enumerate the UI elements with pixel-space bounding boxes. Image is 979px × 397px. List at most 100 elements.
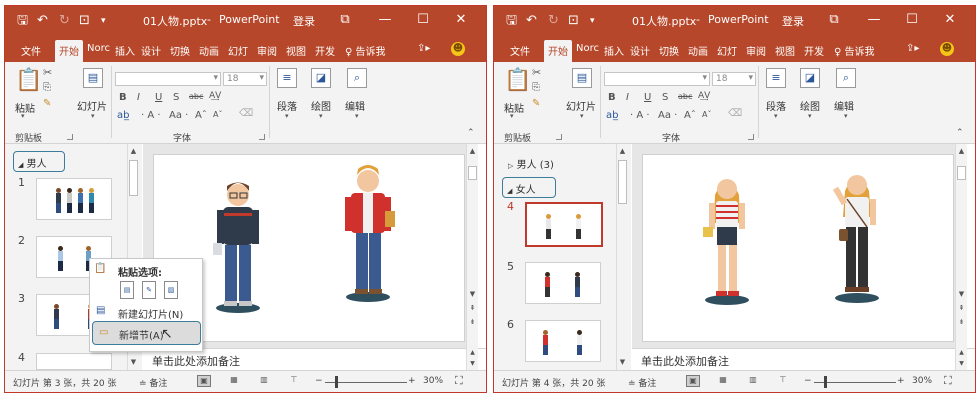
close-button[interactable]: ✕ [940, 12, 960, 27]
find-icon[interactable]: ⌕ [836, 68, 856, 88]
ribbon-display-options-icon[interactable]: ⧉ [335, 12, 355, 27]
paragraph-icon[interactable]: ≡ [277, 68, 297, 88]
reading-view-icon[interactable]: ▥ [746, 375, 760, 387]
editing-label[interactable]: 编辑 [834, 98, 854, 113]
smiley-feedback-icon[interactable]: ☻ [940, 42, 954, 56]
zoom-out-icon[interactable]: − [315, 376, 323, 386]
shadow-icon[interactable]: S [662, 92, 668, 103]
section-header-men[interactable]: ▷ 男人 (3) [508, 156, 554, 171]
paste-picture-icon[interactable]: ▨ [164, 281, 178, 299]
paragraph-label[interactable]: 段落 [766, 98, 786, 113]
editing-label[interactable]: 编辑 [345, 98, 365, 113]
next-slide-icon[interactable]: ⇟ [957, 318, 966, 326]
font-name-dropdown-icon[interactable]: ▾ [213, 73, 218, 83]
text-highlight-icon[interactable]: ab̲ [117, 110, 129, 121]
scroll-down-arrow-icon[interactable]: ▼ [618, 358, 627, 366]
undo-icon[interactable]: ↶ [526, 13, 537, 29]
italic-icon[interactable]: I [137, 92, 140, 103]
normal-view-icon[interactable]: ▣ [686, 375, 700, 387]
editing-dropdown-icon[interactable]: ▾ [844, 112, 848, 120]
scroll-up-arrow-icon[interactable]: ▲ [468, 147, 477, 155]
section-expand-icon[interactable]: ▷ [508, 162, 513, 170]
font-color-icon[interactable]: · A · [630, 110, 650, 121]
section-header-men[interactable]: ◢ 男人 [13, 151, 65, 172]
tab-transitions[interactable]: 切换 [170, 43, 190, 58]
slide-thumbnail[interactable] [36, 353, 112, 370]
slide-thumbnail-pane[interactable]: ▷ 男人 (3) ◢ 女人 4 5 6 [494, 144, 631, 370]
reading-view-icon[interactable]: ▥ [257, 375, 271, 387]
maximize-button[interactable]: ☐ [902, 12, 922, 27]
smiley-feedback-icon[interactable]: ☻ [451, 42, 465, 56]
slide-scrollbar[interactable]: ▲ ▼ ⇞ ⇟ [955, 144, 967, 348]
paste-icon[interactable]: 📋 [504, 68, 531, 93]
paste-label[interactable]: 粘贴 [15, 100, 35, 115]
shadow-icon[interactable]: S [173, 92, 179, 103]
clear-formatting-icon[interactable]: ⌫ [239, 108, 253, 119]
scroll-thumb[interactable] [468, 166, 477, 180]
section-collapse-icon[interactable]: ◢ [507, 187, 512, 195]
scroll-down-arrow-icon[interactable]: ▼ [468, 290, 477, 298]
italic-icon[interactable]: I [626, 92, 629, 103]
paste-label[interactable]: 粘贴 [504, 100, 524, 115]
undo-icon[interactable]: ↶ [37, 13, 48, 29]
copy-icon[interactable]: ⎘ [532, 82, 540, 93]
slides-dropdown-icon[interactable]: ▾ [580, 112, 584, 120]
fit-to-window-icon[interactable]: ⛶ [455, 374, 463, 388]
clipboard-dialog-launcher-icon[interactable] [556, 134, 562, 140]
tab-slideshow[interactable]: 幻灯 [228, 43, 248, 58]
notes-pane[interactable]: 单击此处添加备注 [632, 348, 975, 370]
drawing-label[interactable]: 绘图 [800, 98, 820, 113]
scroll-down-arrow-icon[interactable]: ▼ [957, 360, 966, 367]
cut-icon[interactable]: ✂ [43, 66, 52, 79]
tab-norc[interactable]: Norc [576, 43, 599, 54]
clear-formatting-icon[interactable]: ⌫ [728, 108, 742, 119]
font-dialog-launcher-icon[interactable] [748, 134, 754, 140]
slide-sorter-icon[interactable]: ▦ [716, 375, 730, 387]
close-button[interactable]: ✕ [451, 12, 471, 27]
tab-design[interactable]: 设计 [630, 43, 650, 58]
tab-animations[interactable]: 动画 [688, 43, 708, 58]
scroll-down-arrow-icon[interactable]: ▼ [468, 360, 477, 367]
slide-thumbnail[interactable] [36, 178, 112, 220]
tab-slideshow[interactable]: 幻灯 [717, 43, 737, 58]
clipboard-dialog-launcher-icon[interactable] [67, 134, 73, 140]
font-name-dropdown-icon[interactable]: ▾ [702, 73, 707, 83]
redo-icon[interactable]: ↻ [59, 13, 70, 29]
tell-me-search[interactable]: ♀ 告诉我 [345, 43, 386, 58]
previous-slide-icon[interactable]: ⇞ [957, 304, 966, 312]
tab-developer[interactable]: 开发 [315, 43, 335, 58]
tell-me-search[interactable]: ♀ 告诉我 [834, 43, 875, 58]
fit-to-window-icon[interactable]: ⛶ [944, 374, 952, 388]
find-icon[interactable]: ⌕ [347, 68, 367, 88]
slide-canvas[interactable] [642, 154, 954, 342]
change-case-icon[interactable]: Aa · [169, 110, 188, 121]
slide-scrollbar[interactable]: ▲ ▼ ⇞ ⇟ [466, 144, 478, 348]
scroll-up-arrow-icon[interactable]: ▲ [957, 147, 966, 155]
cut-icon[interactable]: ✂ [532, 66, 541, 79]
scroll-down-arrow-icon[interactable]: ▼ [129, 358, 138, 366]
drawing-icon[interactable]: ◪ [800, 68, 820, 88]
previous-slide-icon[interactable]: ⇞ [468, 304, 477, 312]
minimize-button[interactable]: — [864, 12, 884, 27]
scroll-thumb[interactable] [957, 166, 966, 180]
zoom-level[interactable]: 30% [423, 376, 443, 386]
zoom-out-icon[interactable]: − [804, 376, 812, 386]
copy-icon[interactable]: ⎘ [43, 82, 51, 93]
share-icon[interactable]: ⇪▸ [906, 43, 919, 54]
grow-font-icon[interactable]: Aˆ [684, 110, 696, 121]
char-spacing-icon[interactable]: A͢V [209, 91, 221, 101]
change-case-icon[interactable]: Aa · [658, 110, 677, 121]
notes-scrollbar[interactable]: ▲ ▼ [955, 348, 967, 370]
paste-dropdown-icon[interactable]: ▾ [21, 112, 25, 120]
normal-view-icon[interactable]: ▣ [197, 375, 211, 387]
font-color-icon[interactable]: · A · [141, 110, 161, 121]
font-size-dropdown-icon[interactable]: ▾ [259, 73, 264, 83]
login-link[interactable]: 登录 [293, 13, 315, 29]
scroll-up-arrow-icon[interactable]: ▲ [468, 349, 477, 356]
grow-font-icon[interactable]: Aˆ [195, 110, 207, 121]
tab-transitions[interactable]: 切换 [659, 43, 679, 58]
drawing-label[interactable]: 绘图 [311, 98, 331, 113]
tab-review[interactable]: 审阅 [746, 43, 766, 58]
share-icon[interactable]: ⇪▸ [417, 43, 430, 54]
tab-animations[interactable]: 动画 [199, 43, 219, 58]
